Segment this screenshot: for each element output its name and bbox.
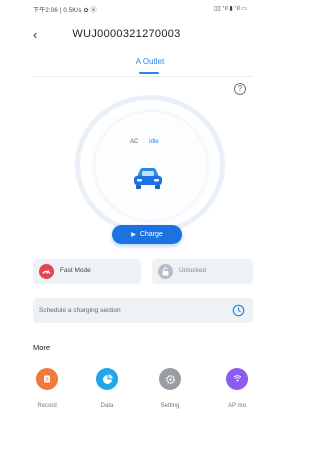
gear-icon xyxy=(159,368,181,390)
data-button[interactable]: Data xyxy=(87,368,127,418)
data-label: Data xyxy=(100,403,114,409)
clock-icon xyxy=(232,304,245,317)
charge-button[interactable]: ▶ Charge xyxy=(112,225,182,244)
page-title: WUJ0000321270003 xyxy=(72,28,181,40)
lock-toggle-button[interactable]: Unlocked xyxy=(152,259,253,284)
charge-button-label: Charge xyxy=(139,231,163,238)
record-icon xyxy=(36,368,58,390)
fast-mode-icon xyxy=(39,264,54,279)
schedule-charging-button[interactable]: Schedule a charging section xyxy=(33,298,253,323)
status-signal-battery: ▯▯ ᐩıl ▮ ᐩıl ▭ xyxy=(214,6,247,12)
record-label: Record xyxy=(37,403,57,409)
lock-status-label: Unlocked xyxy=(179,267,207,274)
fast-mode-label: Fast Mode xyxy=(60,267,91,274)
status-badge: Idle xyxy=(149,139,159,145)
tab-a-outlet[interactable]: A Outlet xyxy=(120,57,180,66)
fast-mode-button[interactable]: Fast Mode xyxy=(33,259,141,284)
tab-divider xyxy=(33,76,253,77)
setting-label: Setting xyxy=(160,403,180,409)
ap-mode-icon xyxy=(226,368,248,390)
play-icon: ▶ xyxy=(131,232,136,238)
outlet-type-label: AC xyxy=(130,139,139,145)
more-section-title: More xyxy=(33,343,51,352)
data-icon xyxy=(96,368,118,390)
schedule-label: Schedule a charging section xyxy=(39,307,121,314)
ap-mode-label: AP mo xyxy=(228,403,246,409)
car-icon xyxy=(134,168,162,189)
status-bar: 下午2:06 | 0.5K/s ✿ ⓦ ▯▯ ᐩıl ▮ ᐩıl ▭ xyxy=(0,0,253,20)
setting-button[interactable]: Setting xyxy=(150,368,190,418)
lock-icon xyxy=(158,264,173,279)
tab-active-indicator xyxy=(139,72,159,74)
ap-mode-button[interactable]: AP mo xyxy=(217,368,257,418)
help-icon[interactable]: ? xyxy=(234,83,246,95)
record-button[interactable]: Record xyxy=(27,368,67,418)
status-time-network: 下午2:06 | 0.5K/s ✿ ⓦ xyxy=(33,8,97,14)
